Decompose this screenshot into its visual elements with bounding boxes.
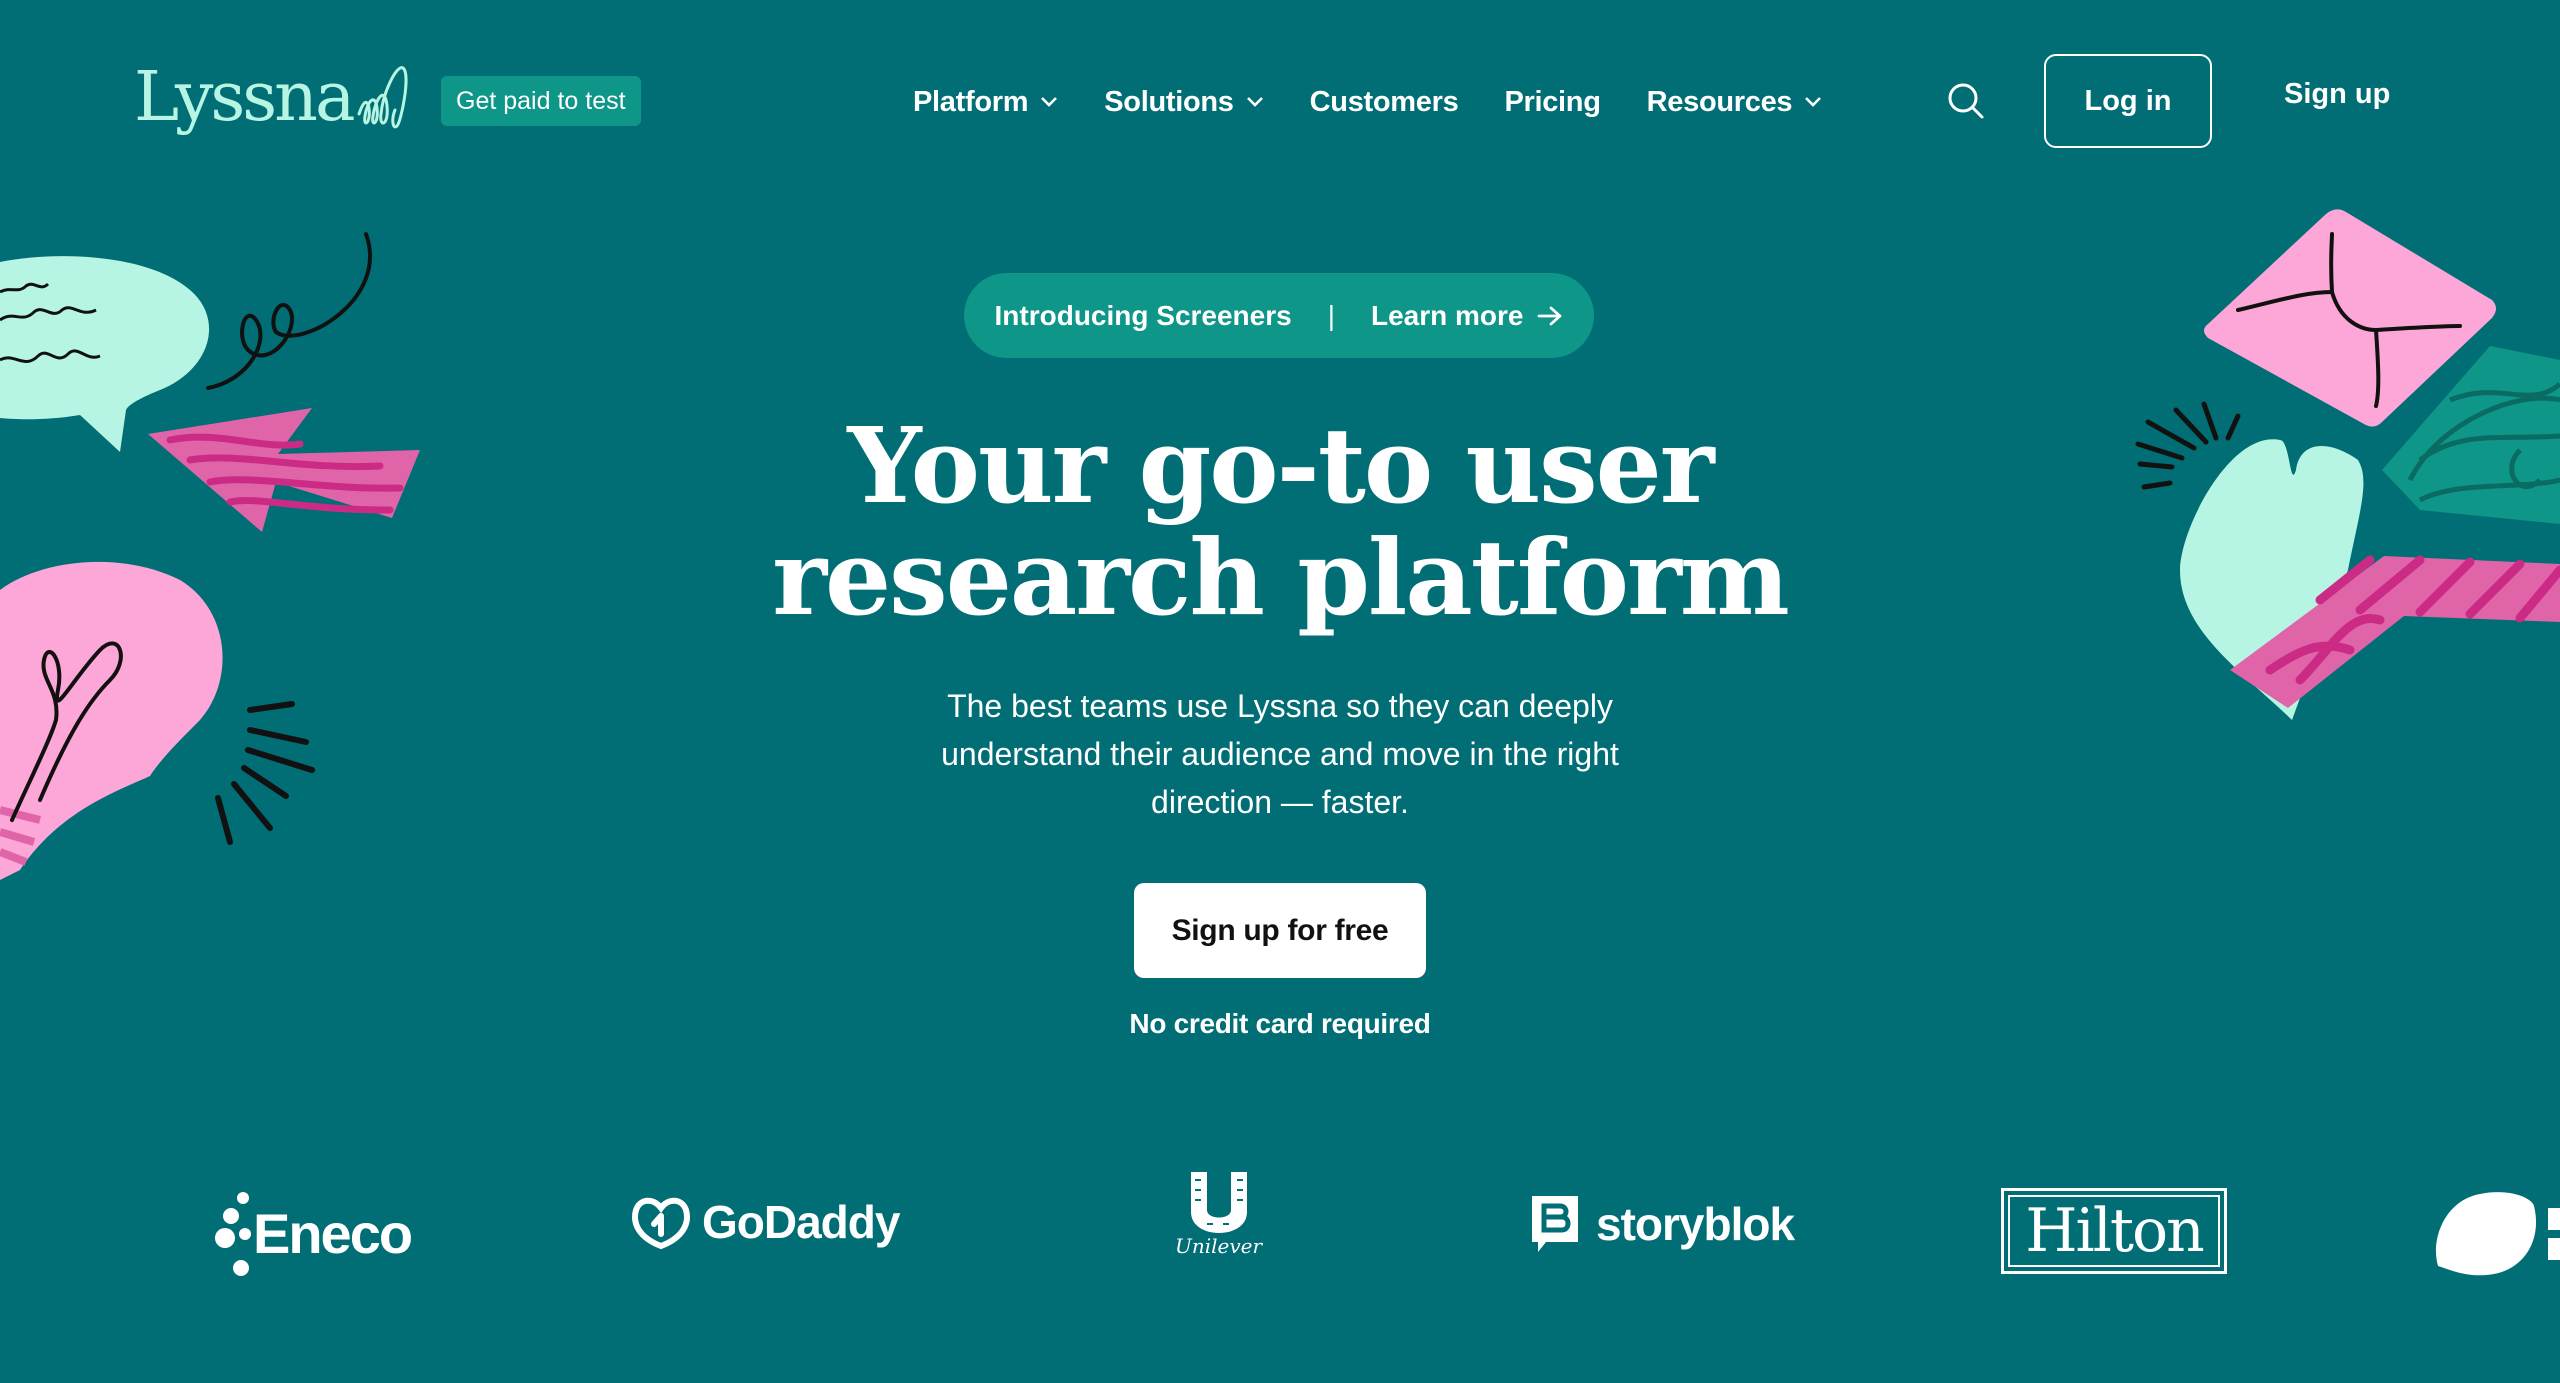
storyblok-wordmark: storyblok: [1596, 1198, 1795, 1250]
hero-subtext: The best teams use Lyssna so they can de…: [941, 688, 1619, 820]
nav-solutions[interactable]: Solutions: [1104, 86, 1263, 119]
headline-line-2: research platform: [772, 516, 1790, 639]
godaddy-wordmark: GoDaddy: [702, 1196, 900, 1248]
signup-link[interactable]: Sign up: [2284, 78, 2390, 111]
nav-label: Platform: [913, 85, 1029, 118]
customer-logos-row: Eneco GoDaddy Unilever storyblok Hilton: [0, 1170, 2560, 1280]
unilever-wordmark: Unilever: [1175, 1234, 1263, 1258]
chevron-down-icon: [1246, 97, 1263, 107]
eneco-logo: Eneco: [215, 1188, 413, 1278]
hero-headline: Your go-to user research platform: [0, 410, 2560, 634]
nav-label: Customers: [1309, 85, 1459, 118]
hilton-inner-border: [2008, 1195, 2220, 1267]
godaddy-logo: GoDaddy: [630, 1194, 900, 1250]
eneco-wordmark: Eneco: [253, 1201, 413, 1265]
search-button[interactable]: [1946, 81, 1986, 121]
learn-more-label: Learn more: [1370, 299, 1524, 331]
logo-wordmark: Lyssna: [134, 58, 356, 137]
lemon-icon: [2435, 1192, 2560, 1276]
storyblok-logo: storyblok: [1530, 1194, 1795, 1254]
site-header: Lyssna Get paid to test Platform Solutio…: [0, 0, 2560, 200]
nav-resources[interactable]: Resources: [1647, 86, 1823, 119]
godaddy-heart-icon: [632, 1197, 690, 1250]
arrow-right-icon: [1538, 306, 1562, 325]
nav-platform[interactable]: Platform: [913, 86, 1058, 119]
unilever-u-icon: [1190, 1172, 1247, 1233]
eneco-dots-icon: [215, 1192, 251, 1276]
headline-line-1: Your go-to user: [847, 404, 1714, 527]
login-button[interactable]: Log in: [2044, 54, 2212, 148]
signup-free-button[interactable]: Sign up for free: [1134, 883, 1426, 978]
main-nav: Platform Solutions Customers Pricing Res…: [913, 72, 1868, 132]
storyblok-b-icon: [1532, 1196, 1578, 1252]
learn-more-link[interactable]: Learn more: [1371, 300, 1564, 332]
no-credit-card-note: No credit card required: [1129, 1008, 1431, 1039]
chevron-down-icon: [1805, 97, 1822, 107]
unilever-logo: Unilever: [1175, 1170, 1262, 1258]
nav-label: Resources: [1646, 85, 1793, 118]
nav-pricing[interactable]: Pricing: [1504, 85, 1601, 119]
lyssna-logo[interactable]: Lyssna: [134, 58, 421, 138]
get-paid-to-test-badge[interactable]: Get paid to test: [441, 76, 641, 126]
logo-squiggle-icon: [357, 66, 407, 129]
sparkle-lines-illustration: [215, 701, 315, 845]
nav-label: Solutions: [1104, 85, 1234, 118]
announcement-pill[interactable]: Introducing Screeners | Learn more: [964, 273, 1594, 358]
nav-customers[interactable]: Customers: [1310, 86, 1459, 119]
loop-squiggle-illustration: [206, 232, 372, 390]
lemon-logo-partial: [2430, 1188, 2560, 1278]
chevron-down-icon: [1041, 97, 1058, 107]
nav-label: Pricing: [1504, 85, 1601, 118]
announcement-separator: |: [1327, 299, 1335, 331]
search-icon: [1948, 83, 1984, 119]
hilton-logo: Hilton: [2001, 1188, 2227, 1274]
announcement-text: Introducing Screeners: [994, 299, 1292, 331]
